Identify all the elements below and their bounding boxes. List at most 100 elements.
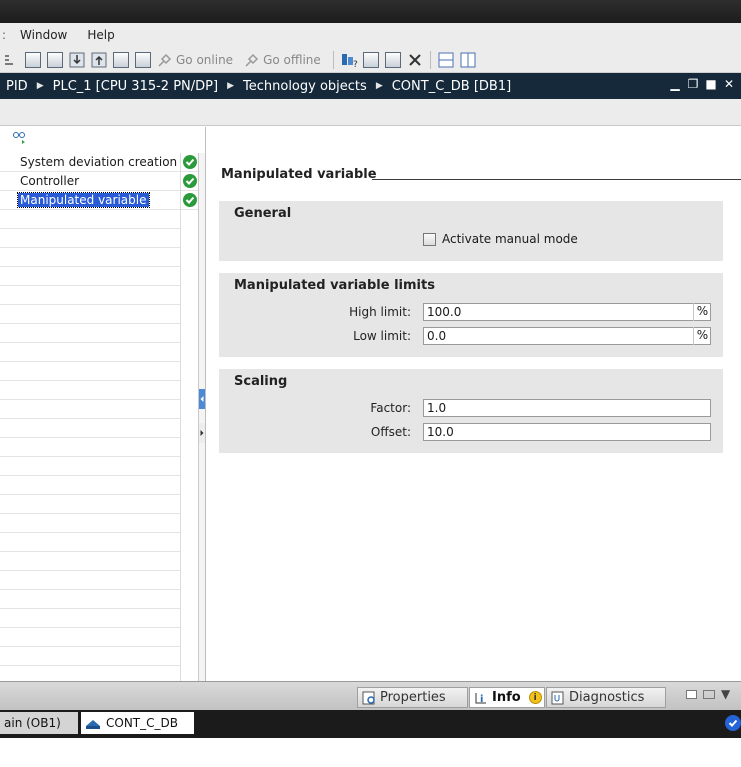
manual-mode-label: Activate manual mode — [442, 232, 578, 246]
nav-toolbar — [0, 127, 205, 151]
menu-window[interactable]: Window — [10, 28, 77, 42]
editor-window-controls: ▁ ❐ ■ ✕ — [669, 78, 735, 90]
nav-item-system-deviation[interactable]: System deviation creation — [0, 153, 180, 172]
info-icon: i — [474, 691, 488, 705]
nav-item-label: Manipulated variable — [17, 192, 150, 208]
functional-view-icon[interactable] — [12, 130, 28, 149]
section-heading: Manipulated variable — [221, 167, 377, 182]
task-main-label: ain (OB1) — [4, 716, 61, 730]
compile-dropdown-icon[interactable] — [3, 52, 19, 68]
inspector-tab-bar: Properties i Info i Diagnostics ▼ — [0, 681, 741, 710]
toolbar-separator — [332, 50, 334, 69]
offset-label: Offset: — [370, 425, 411, 439]
cross-reference-icon[interactable] — [407, 52, 423, 68]
breadcrumb-folder[interactable]: Technology objects — [243, 79, 367, 94]
start-cpu-icon[interactable] — [362, 51, 379, 68]
collapse-panel-icon[interactable]: ▼ — [721, 687, 730, 701]
breadcrumb-project[interactable]: PID — [6, 79, 28, 94]
nav-empty-row — [0, 552, 180, 571]
nav-empty-row — [0, 609, 180, 628]
float-panel-icon[interactable] — [686, 690, 697, 699]
offset-input[interactable]: 10.0 — [423, 423, 711, 441]
tab-info-label: Info — [492, 690, 521, 705]
accessible-devices-icon[interactable]: ? — [341, 52, 358, 70]
check-ok-icon — [182, 193, 197, 207]
factor-input[interactable]: 1.0 — [423, 399, 711, 417]
start-runtime-icon[interactable] — [135, 51, 151, 68]
heading-rule — [372, 179, 741, 180]
task-cont-c-db-label: CONT_C_DB — [106, 716, 178, 730]
nav-empty-row — [0, 286, 180, 305]
nav-empty-row — [0, 533, 180, 552]
data-block-icon — [85, 717, 101, 729]
nav-item-label: Controller — [20, 174, 80, 188]
breadcrumb-arrow-icon: ▶ — [375, 81, 383, 91]
tab-properties[interactable]: Properties — [357, 687, 468, 708]
nav-empty-row — [0, 476, 180, 495]
minimize-icon[interactable]: ▁ — [669, 78, 681, 90]
breadcrumb-arrow-icon: ▶ — [36, 81, 44, 91]
tab-diagnostics-label: Diagnostics — [569, 690, 645, 705]
expand-right-arrow-icon[interactable] — [199, 423, 205, 443]
limits-title: Manipulated variable limits — [234, 278, 435, 293]
check-ok-icon — [182, 155, 197, 169]
go-online-button[interactable]: Go online — [176, 53, 233, 67]
high-limit-unit: % — [693, 303, 711, 321]
upload-arrow-icon[interactable] — [91, 52, 107, 68]
tab-properties-label: Properties — [380, 690, 446, 705]
scaling-group: Scaling Factor: 1.0 Offset: 10.0 — [219, 369, 723, 453]
general-group: General Activate manual mode — [219, 201, 723, 261]
breadcrumb-device[interactable]: PLC_1 [CPU 315-2 PN/DP] — [53, 79, 218, 94]
navigation-pane: System deviation creation Controller Man… — [0, 127, 206, 681]
menu-help[interactable]: Help — [77, 28, 124, 42]
nav-item-controller[interactable]: Controller — [0, 172, 180, 191]
menu-bar: : Window Help — [0, 23, 741, 47]
nav-empty-row — [0, 438, 180, 457]
nav-empty-row — [0, 495, 180, 514]
nav-empty-row — [0, 248, 180, 267]
nav-item-manipulated-variable[interactable]: Manipulated variable — [0, 191, 180, 210]
go-offline-button[interactable]: Go offline — [263, 53, 321, 67]
task-cont-c-db[interactable]: CONT_C_DB — [81, 712, 194, 734]
split-vertical-icon[interactable] — [460, 52, 476, 68]
manual-mode-checkbox[interactable] — [423, 233, 436, 246]
nav-tree: System deviation creation Controller Man… — [0, 153, 180, 666]
tab-diagnostics[interactable]: Diagnostics — [546, 687, 666, 708]
status-column — [180, 153, 198, 681]
nav-status-ok — [181, 172, 198, 191]
download-arrow-icon[interactable] — [69, 52, 85, 68]
download-icon[interactable] — [47, 51, 63, 68]
nav-empty-row — [0, 267, 180, 286]
maximize-panel-icon[interactable] — [703, 690, 715, 699]
low-limit-unit: % — [693, 327, 711, 345]
low-limit-input[interactable]: 0.0 — [423, 327, 711, 345]
close-icon[interactable]: ✕ — [723, 78, 735, 90]
application-title-bar — [0, 0, 741, 23]
check-ok-icon — [182, 174, 197, 188]
breadcrumb-object[interactable]: CONT_C_DB [DB1] — [392, 79, 511, 94]
task-main-ob1[interactable]: ain (OB1) — [0, 712, 78, 734]
go-online-icon[interactable] — [157, 52, 173, 68]
nav-empty-row — [0, 362, 180, 381]
compile-icon[interactable] — [25, 51, 41, 68]
stop-cpu-icon[interactable] — [384, 51, 401, 68]
pane-splitter[interactable] — [198, 153, 205, 681]
info-warning-icon: i — [528, 691, 542, 704]
nav-empty-row — [0, 514, 180, 533]
general-title: General — [234, 206, 292, 221]
svg-text:?: ? — [353, 60, 358, 68]
high-limit-label: High limit: — [349, 305, 411, 319]
nav-empty-row — [0, 229, 180, 248]
maximize-icon[interactable]: ■ — [705, 78, 717, 90]
tab-info[interactable]: i Info i — [469, 687, 545, 708]
menu-fragment: : — [2, 28, 7, 42]
editor-breadcrumb: PID ▶ PLC_1 [CPU 315-2 PN/DP] ▶ Technolo… — [0, 73, 741, 99]
float-icon[interactable]: ❐ — [687, 78, 699, 90]
simulation-icon[interactable] — [113, 51, 129, 68]
high-limit-input[interactable]: 100.0 — [423, 303, 711, 321]
split-horizontal-icon[interactable] — [438, 52, 454, 68]
nav-empty-row — [0, 305, 180, 324]
nav-empty-row — [0, 400, 180, 419]
collapse-left-arrow-icon[interactable] — [199, 389, 205, 409]
go-offline-icon[interactable] — [244, 52, 260, 68]
